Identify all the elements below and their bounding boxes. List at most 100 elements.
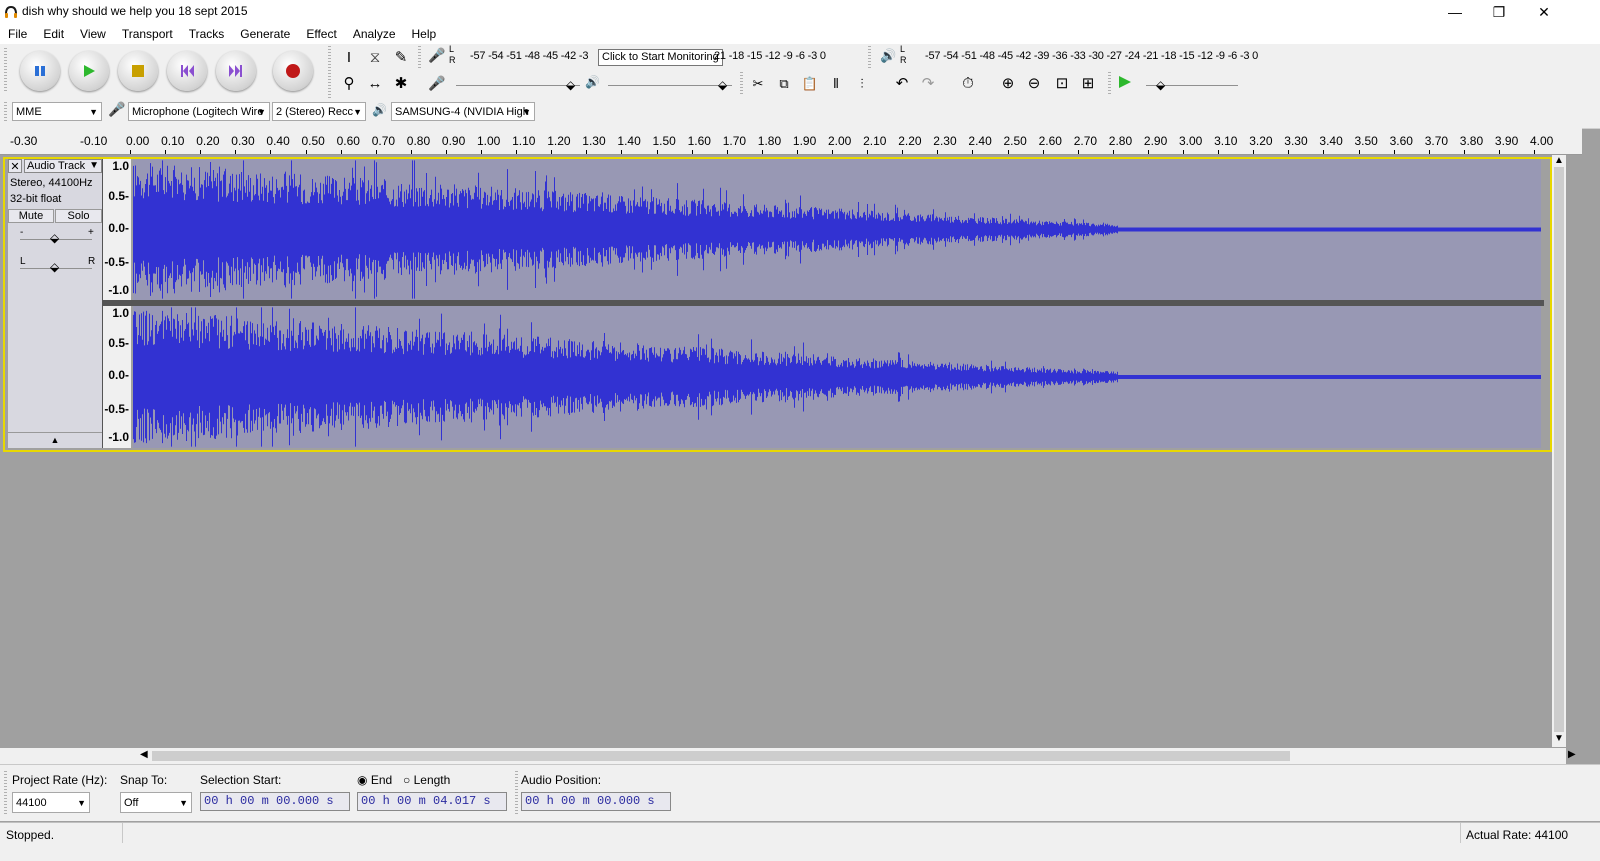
slider-thumb-icon[interactable]: ⬙ xyxy=(718,78,727,92)
slider-thumb-icon[interactable]: ⬙ xyxy=(50,231,59,245)
multi-tool-icon[interactable]: ✱ xyxy=(389,72,413,96)
record-meter-scale-tail[interactable]: 21 -18 -15 -12 -9 -6 -3 0 xyxy=(714,50,826,62)
project-rate-select[interactable]: 44100 ▼ xyxy=(12,792,90,813)
timeline-label: 3.70 xyxy=(1424,134,1449,148)
playback-device-select[interactable]: SAMSUNG-4 (NVIDIA High ▼ xyxy=(391,102,535,121)
title-bar: dish why should we help you 18 sept 2015… xyxy=(0,0,1600,24)
toolbar-grip[interactable] xyxy=(1108,72,1111,94)
time-shift-tool-icon[interactable]: ↔ xyxy=(363,72,387,96)
record-meter-scale[interactable]: -57 -54 -51 -48 -45 -42 -3 xyxy=(470,50,589,62)
selection-start-field[interactable]: 00 h 00 m 00.000 s xyxy=(200,792,350,811)
silence-icon[interactable]: ⫶ xyxy=(850,72,874,96)
undo-icon[interactable]: ↶ xyxy=(890,72,914,96)
zoom-tool-icon[interactable]: ⚲ xyxy=(337,72,361,96)
length-radio[interactable]: ○ Length xyxy=(403,773,450,787)
pause-button[interactable] xyxy=(20,51,60,91)
copy-icon[interactable]: ⧉ xyxy=(772,72,796,96)
menu-help[interactable]: Help xyxy=(404,24,445,44)
recording-channels-select[interactable]: 2 (Stereo) Recc ▼ xyxy=(272,102,366,121)
collapse-track-button[interactable]: ▲ xyxy=(8,432,102,447)
toolbar-grip[interactable] xyxy=(4,771,7,815)
horizontal-scroll-thumb[interactable] xyxy=(152,751,1290,761)
toolbar-grip[interactable] xyxy=(515,771,518,815)
audio-track[interactable]: ✕ Audio Track ▼ Stereo, 44100Hz 32-bit fl… xyxy=(3,157,1552,452)
end-radio[interactable]: ◉ End xyxy=(357,773,392,787)
playback-volume-slider[interactable] xyxy=(608,85,732,86)
waveform-left-channel[interactable] xyxy=(133,159,1541,300)
vertical-scroll-thumb[interactable] xyxy=(1554,167,1564,732)
track-name-menu[interactable]: Audio Track ▼ xyxy=(24,159,102,173)
scroll-up-icon[interactable]: ▲ xyxy=(1554,155,1564,166)
slider-thumb-icon[interactable]: ⬙ xyxy=(566,78,575,92)
scroll-right-icon[interactable]: ▶ xyxy=(1568,749,1576,760)
timeline-tick xyxy=(165,150,167,154)
menu-file[interactable]: File xyxy=(0,24,35,44)
solo-button[interactable]: Solo xyxy=(55,209,102,223)
record-meter-tooltip[interactable]: Click to Start Monitoring xyxy=(598,49,723,66)
close-track-icon[interactable]: ✕ xyxy=(8,159,22,173)
timeline-label: 0.80 xyxy=(406,134,431,148)
timeline-tick xyxy=(761,150,763,154)
selection-tool-icon[interactable]: I xyxy=(337,46,361,70)
toolbar-grip[interactable] xyxy=(328,46,331,98)
skip-to-start-icon xyxy=(181,65,194,77)
zoom-in-icon[interactable]: ⊕ xyxy=(996,72,1020,96)
play-icon xyxy=(84,65,95,77)
fit-project-icon[interactable]: ⊞ xyxy=(1076,72,1100,96)
paste-icon[interactable]: 📋 xyxy=(798,72,822,96)
skip-to-end-button[interactable] xyxy=(216,51,256,91)
playback-meter-scale[interactable]: -57 -54 -51 -48 -45 -42 -39 -36 -33 -30 … xyxy=(925,50,1258,62)
toolbar-grip[interactable] xyxy=(418,46,421,68)
sync-lock-icon[interactable]: ⏱ xyxy=(956,72,980,96)
menu-analyze[interactable]: Analyze xyxy=(345,24,404,44)
scroll-left-icon[interactable]: ◀ xyxy=(140,749,148,760)
vertical-scrollbar[interactable]: ▲ ▼ xyxy=(1552,155,1566,747)
timeline-label: 3.10 xyxy=(1214,134,1238,148)
track-format-info: Stereo, 44100Hz xyxy=(10,177,93,189)
recording-volume-slider[interactable] xyxy=(456,85,580,86)
length-radio-label: Length xyxy=(413,773,451,787)
actual-rate-text: Actual Rate: 44100 xyxy=(1466,828,1569,842)
skip-to-start-button[interactable] xyxy=(167,51,207,91)
recording-device-select[interactable]: Microphone (Logitech Wire ▼ xyxy=(128,102,270,121)
timeline-ruler[interactable]: -0.30 -0.10 0.00 0.10 0.20 0.30 0.40 0.50 0.60… xyxy=(0,128,1582,155)
menu-tracks[interactable]: Tracks xyxy=(181,24,233,44)
toolbar-grip[interactable] xyxy=(868,46,871,68)
close-button[interactable]: ✕ xyxy=(1521,0,1567,24)
record-button[interactable] xyxy=(273,51,313,91)
audio-host-select[interactable]: MME ▼ xyxy=(12,102,102,121)
menu-view[interactable]: View xyxy=(72,24,114,44)
maximize-button[interactable]: ❐ xyxy=(1476,0,1522,24)
redo-icon[interactable]: ↷ xyxy=(916,72,940,96)
stop-button[interactable] xyxy=(118,51,158,91)
zoom-out-icon[interactable]: ⊖ xyxy=(1022,72,1046,96)
toolbar-grip[interactable] xyxy=(740,72,743,94)
draw-tool-icon[interactable]: ✎ xyxy=(389,46,413,70)
cut-icon[interactable]: ✂ xyxy=(746,72,770,96)
timeline-label: 2.50 xyxy=(1003,134,1027,148)
horizontal-scrollbar[interactable]: ◀ ▶ xyxy=(0,748,1576,764)
fit-selection-icon[interactable]: ⊡ xyxy=(1050,72,1074,96)
play-at-speed-button[interactable] xyxy=(1117,74,1133,93)
menu-effect[interactable]: Effect xyxy=(298,24,344,44)
toolbar-grip[interactable] xyxy=(4,48,7,92)
minimize-button[interactable]: — xyxy=(1432,0,1478,24)
slider-thumb-icon[interactable]: ⬙ xyxy=(1156,78,1165,92)
scroll-down-icon[interactable]: ▼ xyxy=(1554,733,1564,744)
mute-button[interactable]: Mute xyxy=(8,209,54,223)
waveform-right-channel[interactable] xyxy=(133,306,1541,448)
toolbar-grip[interactable] xyxy=(4,102,7,122)
selection-end-field[interactable]: 00 h 00 m 04.017 s xyxy=(357,792,507,811)
menu-generate[interactable]: Generate xyxy=(232,24,298,44)
menu-edit[interactable]: Edit xyxy=(35,24,72,44)
audio-position-field[interactable]: 00 h 00 m 00.000 s xyxy=(521,792,671,811)
trim-icon[interactable]: ⫴ xyxy=(824,72,848,96)
envelope-tool-icon[interactable]: ⧖ xyxy=(363,46,387,70)
timeline-label: 3.50 xyxy=(1354,134,1378,148)
pause-icon xyxy=(35,66,45,76)
snap-to-select[interactable]: Off ▼ xyxy=(120,792,192,813)
timeline-tick xyxy=(551,150,553,154)
menu-transport[interactable]: Transport xyxy=(114,24,181,44)
slider-thumb-icon[interactable]: ⬙ xyxy=(50,260,59,274)
play-button[interactable] xyxy=(69,51,109,91)
